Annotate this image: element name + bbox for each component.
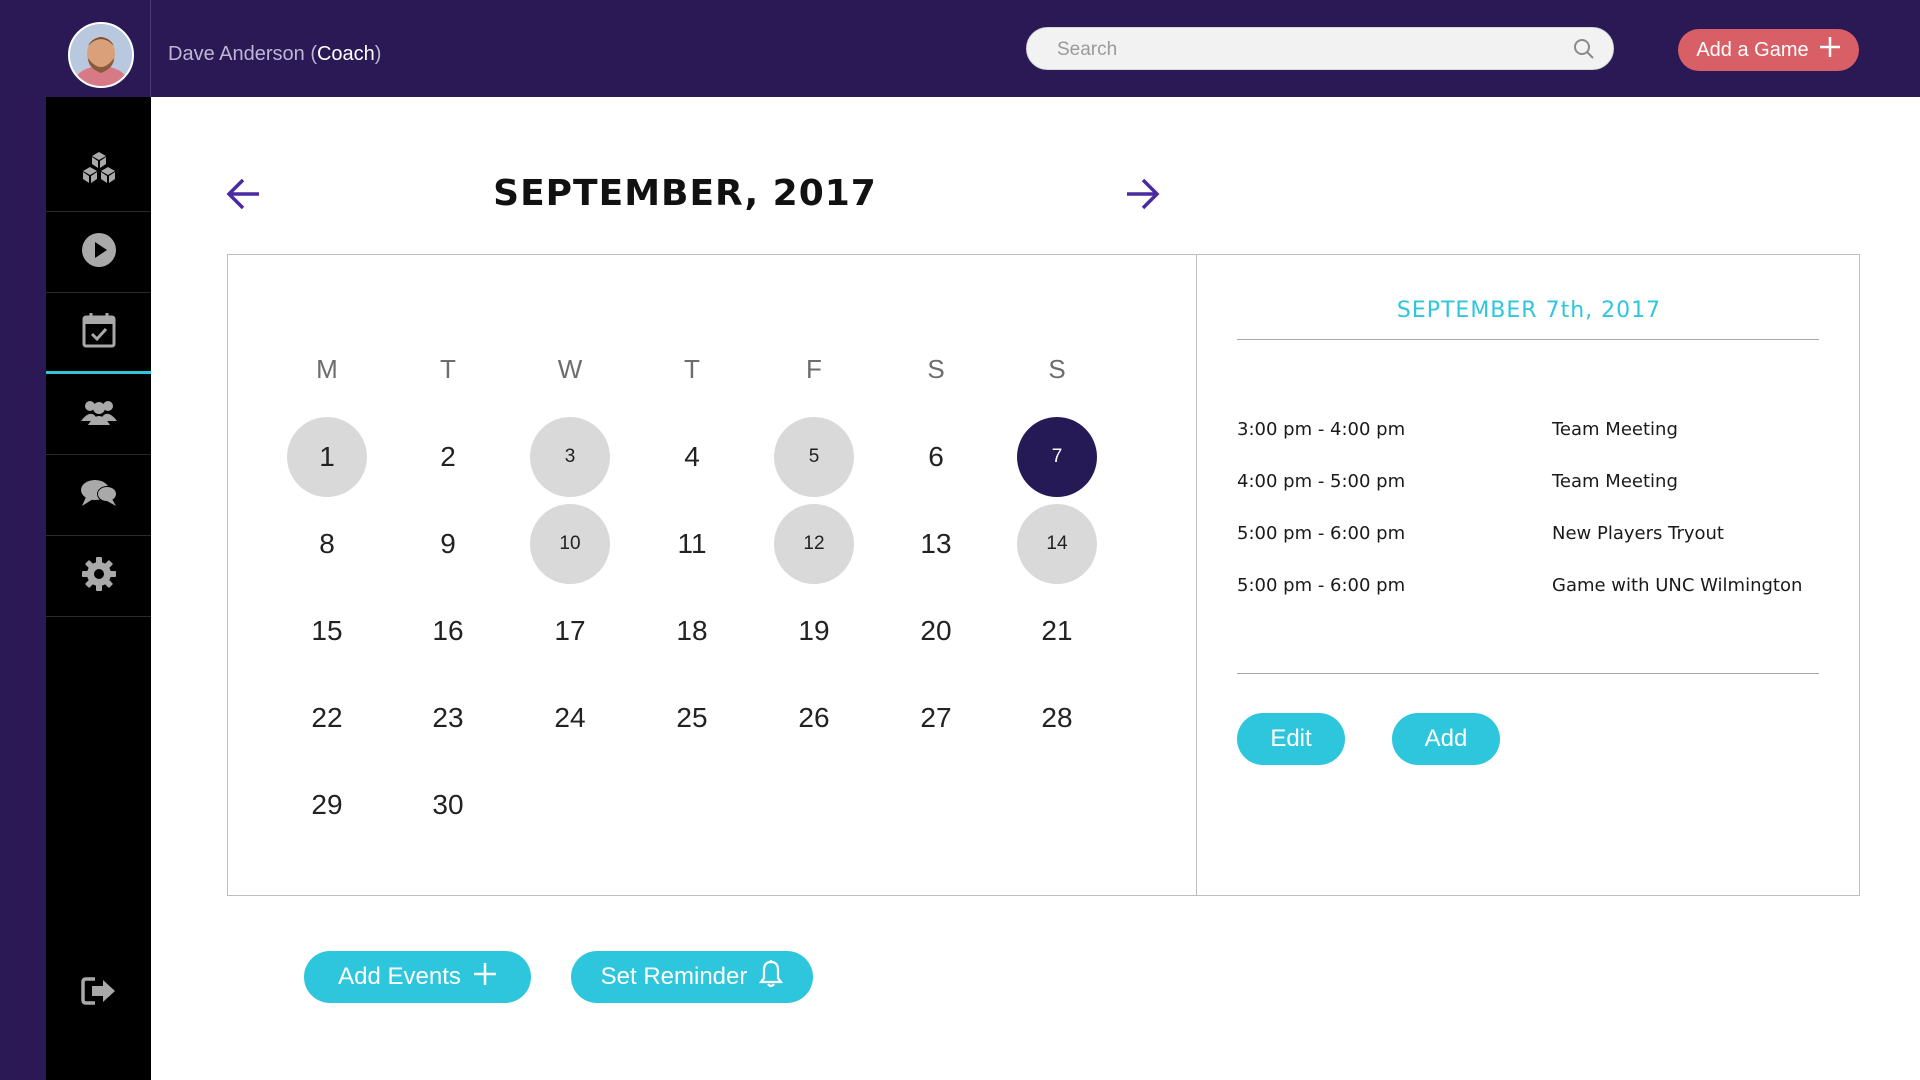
event-time: 4:00 pm - 5:00 pm [1237, 471, 1406, 492]
search-icon[interactable] [1573, 38, 1595, 65]
calendar-day[interactable]: 22 [287, 678, 367, 758]
nav-calendar[interactable] [46, 293, 151, 374]
calendar-day[interactable]: 16 [408, 591, 488, 671]
event-name: Team Meeting [1552, 471, 1678, 492]
prev-month-arrow[interactable] [226, 176, 262, 217]
calendar-day[interactable]: 18 [652, 591, 732, 671]
weekday-label: T [440, 354, 456, 384]
set-reminder-label: Set Reminder [600, 963, 748, 990]
bell-icon [759, 959, 784, 995]
weekday-label: S [927, 354, 945, 384]
nav-messages[interactable] [46, 455, 151, 536]
team-icon [80, 399, 118, 430]
plus-icon [473, 962, 497, 993]
arrow-right-icon [1124, 178, 1160, 216]
top-bar: Dave Anderson (Coach) Add a Game [0, 0, 1920, 97]
weekday-label: T [684, 354, 700, 384]
calendar-day[interactable]: 3 [530, 417, 610, 497]
nav-settings[interactable] [46, 536, 151, 617]
calendar-day[interactable]: 6 [896, 417, 976, 497]
add-events-button[interactable]: Add Events [304, 951, 531, 1003]
cubes-icon [80, 151, 118, 192]
add-events-label: Add Events [338, 963, 461, 990]
event-time: 5:00 pm - 6:00 pm [1237, 575, 1406, 596]
add-event-button[interactable]: Add [1392, 713, 1500, 765]
month-title: SEPTEMBER, 2017 [493, 173, 877, 214]
calendar-day[interactable]: 27 [896, 678, 976, 758]
event-time: 3:00 pm - 4:00 pm [1237, 419, 1406, 440]
add-label: Add [1424, 725, 1468, 752]
set-reminder-button[interactable]: Set Reminder [571, 951, 813, 1003]
add-game-label: Add a Game [1696, 38, 1809, 61]
avatar[interactable] [68, 22, 134, 88]
calendar-day[interactable]: 23 [408, 678, 488, 758]
calendar-day[interactable]: 13 [896, 504, 976, 584]
calendar-check-icon [82, 312, 116, 353]
event-name: Game with UNC Wilmington [1552, 575, 1803, 596]
chat-icon [80, 477, 118, 514]
header-divider [150, 0, 151, 97]
user-name: Dave Anderson [168, 43, 305, 65]
arrow-left-icon [226, 178, 262, 216]
weekday-label: W [557, 354, 583, 384]
plus-icon [1819, 36, 1841, 64]
calendar-day[interactable]: 29 [287, 765, 367, 845]
nav-team[interactable] [46, 374, 151, 455]
left-rail [0, 97, 46, 1080]
selected-date-title: SEPTEMBER 7th, 2017 [1396, 298, 1662, 323]
calendar-day[interactable]: 20 [896, 591, 976, 671]
play-icon [81, 232, 117, 273]
details-top-divider [1237, 339, 1819, 340]
calendar-day[interactable]: 26 [774, 678, 854, 758]
calendar-day[interactable]: 21 [1017, 591, 1097, 671]
weekday-label: F [806, 354, 822, 384]
edit-event-button[interactable]: Edit [1237, 713, 1345, 765]
calendar-day[interactable]: 15 [287, 591, 367, 671]
calendar-day[interactable]: 1 [287, 417, 367, 497]
edit-label: Edit [1270, 725, 1312, 752]
calendar-day[interactable]: 24 [530, 678, 610, 758]
nav-dashboard[interactable] [46, 131, 151, 212]
add-game-button[interactable]: Add a Game [1678, 29, 1859, 71]
next-month-arrow[interactable] [1124, 176, 1160, 217]
user-name-label: Dave Anderson (Coach) [168, 43, 382, 65]
calendar-day[interactable]: 10 [530, 504, 610, 584]
calendar-day[interactable]: 5 [774, 417, 854, 497]
calendar-day[interactable]: 30 [408, 765, 488, 845]
calendar-day[interactable]: 11 [652, 504, 732, 584]
logout-icon [80, 976, 117, 1011]
calendar-day[interactable]: 7 [1017, 417, 1097, 497]
weekday-label: S [1048, 354, 1066, 384]
event-name: New Players Tryout [1552, 523, 1724, 544]
calendar-day[interactable]: 12 [774, 504, 854, 584]
event-time: 5:00 pm - 6:00 pm [1237, 523, 1406, 544]
weekday-label: M [316, 354, 338, 384]
calendar-day[interactable]: 28 [1017, 678, 1097, 758]
search-box[interactable] [1026, 27, 1614, 71]
sidebar [46, 97, 151, 1080]
user-role: Coach [316, 43, 375, 65]
calendar-day[interactable]: 4 [652, 417, 732, 497]
details-bottom-divider [1237, 673, 1819, 674]
calendar-day[interactable]: 25 [652, 678, 732, 758]
search-input[interactable] [1055, 28, 1559, 71]
event-name: Team Meeting [1552, 419, 1678, 440]
calendar-divider [1196, 254, 1197, 896]
calendar-day[interactable]: 8 [287, 504, 367, 584]
calendar-day[interactable]: 14 [1017, 504, 1097, 584]
calendar-day[interactable]: 17 [530, 591, 610, 671]
nav-logout[interactable] [46, 953, 151, 1034]
calendar-day[interactable]: 19 [774, 591, 854, 671]
nav-videos[interactable] [46, 212, 151, 293]
calendar-day[interactable]: 9 [408, 504, 488, 584]
calendar-day[interactable]: 2 [408, 417, 488, 497]
gear-icon [81, 556, 117, 597]
